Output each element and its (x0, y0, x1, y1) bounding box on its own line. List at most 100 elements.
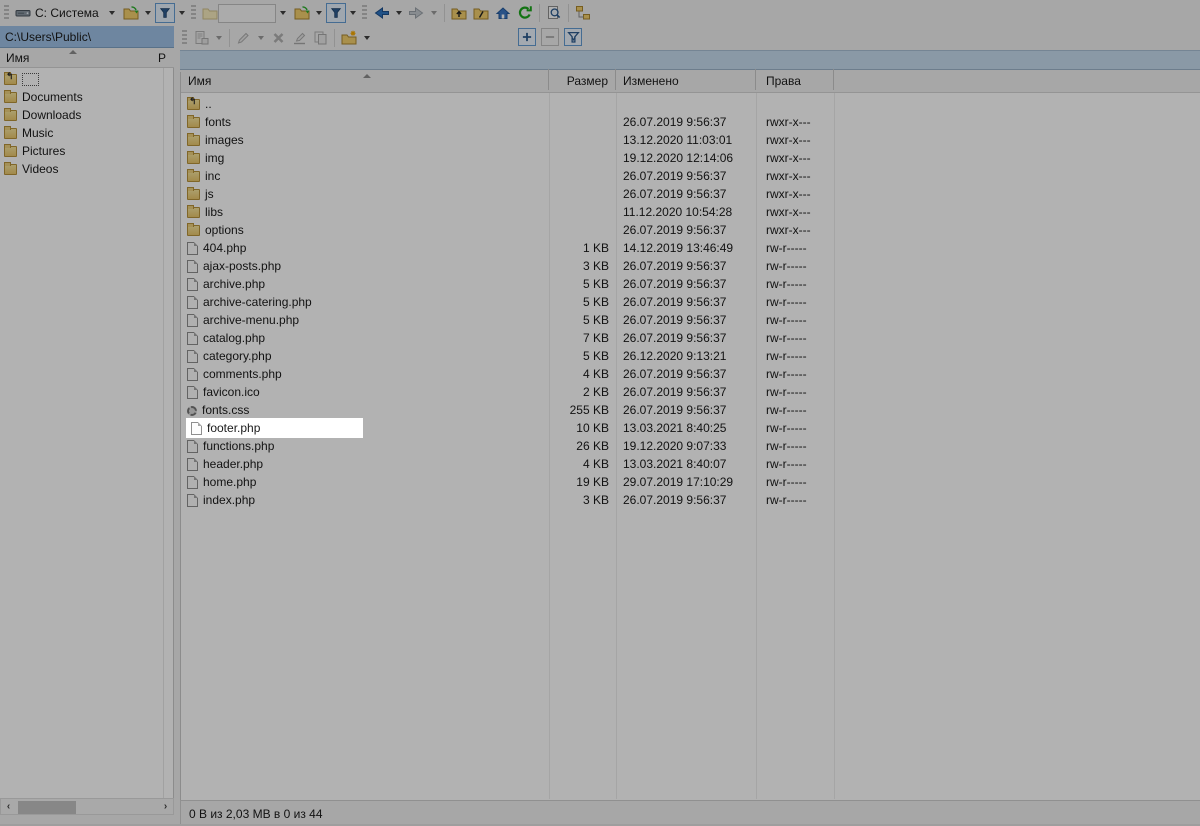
file-row[interactable]: libs 11.12.2020 10:54:28 rwxr-x--- (181, 203, 1200, 221)
chevron-down-icon[interactable] (280, 11, 286, 15)
highlighted-file-rename-box[interactable]: footer.php (186, 418, 363, 438)
folder-tree-button[interactable] (572, 2, 594, 24)
file-row[interactable]: 404.php 1 KB 14.12.2019 13:46:49 rw-r---… (181, 239, 1200, 257)
remove-selection-button[interactable] (541, 28, 559, 46)
file-row[interactable]: fonts 26.07.2019 9:56:37 rwxr-x--- (181, 113, 1200, 131)
file-row[interactable]: functions.php 26 KB 19.12.2020 9:07:33 r… (181, 437, 1200, 455)
file-row[interactable]: img 19.12.2020 12:14:06 rwxr-x--- (181, 149, 1200, 167)
scroll-left-icon[interactable]: ‹ (1, 799, 16, 814)
chevron-down-icon[interactable] (350, 11, 356, 15)
column-header-name[interactable]: Имя (181, 69, 549, 90)
local-tree-item[interactable]: Videos (0, 160, 173, 178)
file-row[interactable]: .. (181, 95, 1200, 113)
chevron-down-icon[interactable] (396, 11, 402, 15)
edit-button[interactable] (233, 27, 254, 49)
file-rights: rw-r----- (756, 313, 866, 327)
local-tree-item[interactable]: Documents (0, 88, 173, 106)
column-header-modified[interactable]: Изменено (616, 69, 756, 90)
selection-filter-button[interactable] (564, 28, 582, 46)
column-divider (834, 93, 835, 799)
chevron-down-icon[interactable] (109, 11, 115, 15)
file-row[interactable]: js 26.07.2019 9:56:37 rwxr-x--- (181, 185, 1200, 203)
file-modified: 26.07.2019 9:56:37 (616, 277, 756, 291)
remote-path-band[interactable] (180, 50, 1200, 70)
rename-button[interactable] (289, 27, 310, 49)
file-row[interactable]: archive.php 5 KB 26.07.2019 9:56:37 rw-r… (181, 275, 1200, 293)
local-path-bar[interactable]: C:\Users\Public\ (0, 26, 174, 48)
file-row[interactable]: favicon.ico 2 KB 26.07.2019 9:56:37 rw-r… (181, 383, 1200, 401)
chevron-down-icon[interactable] (316, 11, 322, 15)
properties-button[interactable] (191, 27, 212, 49)
winscp-window: C: Система (0, 0, 1200, 826)
copy-button[interactable] (310, 27, 331, 49)
new-folder-button[interactable] (338, 27, 360, 49)
parent-directory-button[interactable] (448, 2, 470, 24)
local-item-name: Downloads (22, 108, 81, 122)
root-directory-button[interactable] (470, 2, 492, 24)
toolbar-separator (444, 4, 445, 22)
local-item-name: Music (22, 126, 53, 140)
back-button[interactable] (371, 2, 392, 24)
file-rights: rw-r----- (756, 349, 866, 363)
local-tree-item[interactable] (0, 70, 173, 88)
file-type-icon (187, 406, 197, 416)
remote-filter-button[interactable] (326, 3, 346, 23)
remote-dir-value[interactable] (218, 4, 276, 23)
toolbar-grip[interactable] (4, 5, 9, 21)
file-name: fonts.css (202, 403, 249, 417)
chevron-down-icon[interactable] (145, 11, 151, 15)
local-open-directory-button[interactable] (121, 2, 141, 24)
local-tree-item[interactable]: Pictures (0, 142, 173, 160)
find-files-button[interactable] (543, 2, 565, 24)
home-button[interactable] (492, 2, 514, 24)
local-column-size[interactable]: Р (158, 51, 168, 65)
file-type-icon (187, 476, 198, 489)
column-header-rights[interactable]: Права (756, 69, 834, 90)
file-row[interactable]: home.php 19 KB 29.07.2019 17:10:29 rw-r-… (181, 473, 1200, 491)
local-column-divider (163, 68, 164, 798)
file-row[interactable]: fonts.css 255 KB 26.07.2019 9:56:37 rw-r… (181, 401, 1200, 419)
file-row[interactable]: inc 26.07.2019 9:56:37 rwxr-x--- (181, 167, 1200, 185)
file-row[interactable]: archive-menu.php 5 KB 26.07.2019 9:56:37… (181, 311, 1200, 329)
chevron-down-icon[interactable] (179, 11, 185, 15)
toolbar-grip[interactable] (191, 5, 196, 21)
chevron-down-icon[interactable] (431, 11, 437, 15)
local-tree-item[interactable]: Downloads (0, 106, 173, 124)
file-type-icon (187, 135, 200, 146)
refresh-button[interactable] (514, 2, 536, 24)
scroll-right-icon[interactable]: › (158, 799, 173, 814)
file-row[interactable]: category.php 5 KB 26.12.2020 9:13:21 rw-… (181, 347, 1200, 365)
file-row[interactable]: options 26.07.2019 9:56:37 rwxr-x--- (181, 221, 1200, 239)
chevron-down-icon[interactable] (216, 36, 222, 40)
delete-button[interactable] (268, 27, 289, 49)
remote-dir-combo[interactable] (200, 2, 292, 24)
file-name: catalog.php (203, 331, 265, 345)
forward-icon (408, 5, 425, 21)
file-type-icon (187, 296, 198, 309)
file-rights: rw-r----- (756, 403, 866, 417)
local-filter-button[interactable] (155, 3, 175, 23)
file-name: libs (205, 205, 223, 219)
column-header-size[interactable]: Размер (549, 69, 616, 90)
file-row[interactable]: images 13.12.2020 11:03:01 rwxr-x--- (181, 131, 1200, 149)
file-row[interactable]: header.php 4 KB 13.03.2021 8:40:07 rw-r-… (181, 455, 1200, 473)
toolbar-grip[interactable] (182, 30, 187, 46)
file-row[interactable]: archive-catering.php 5 KB 26.07.2019 9:5… (181, 293, 1200, 311)
toolbar-grip[interactable] (362, 5, 367, 21)
file-row[interactable]: index.php 3 KB 26.07.2019 9:56:37 rw-r--… (181, 491, 1200, 509)
local-horizontal-scrollbar[interactable]: ‹ › (0, 798, 174, 815)
scrollbar-thumb[interactable] (18, 801, 76, 814)
remote-open-directory-button[interactable] (292, 2, 312, 24)
chevron-down-icon[interactable] (364, 36, 370, 40)
selection-summary: 0 B из 2,03 MB в 0 из 44 (189, 807, 323, 821)
local-tree-item[interactable]: Music (0, 124, 173, 142)
file-size: 4 KB (549, 367, 616, 381)
file-row[interactable]: catalog.php 7 KB 26.07.2019 9:56:37 rw-r… (181, 329, 1200, 347)
file-row[interactable]: ajax-posts.php 3 KB 26.07.2019 9:56:37 r… (181, 257, 1200, 275)
forward-button[interactable] (406, 2, 427, 24)
local-column-name[interactable]: Имя (6, 51, 29, 65)
file-row[interactable]: comments.php 4 KB 26.07.2019 9:56:37 rw-… (181, 365, 1200, 383)
add-selection-button[interactable] (518, 28, 536, 46)
local-drive-combo[interactable]: C: Система (13, 2, 121, 24)
chevron-down-icon[interactable] (258, 36, 264, 40)
